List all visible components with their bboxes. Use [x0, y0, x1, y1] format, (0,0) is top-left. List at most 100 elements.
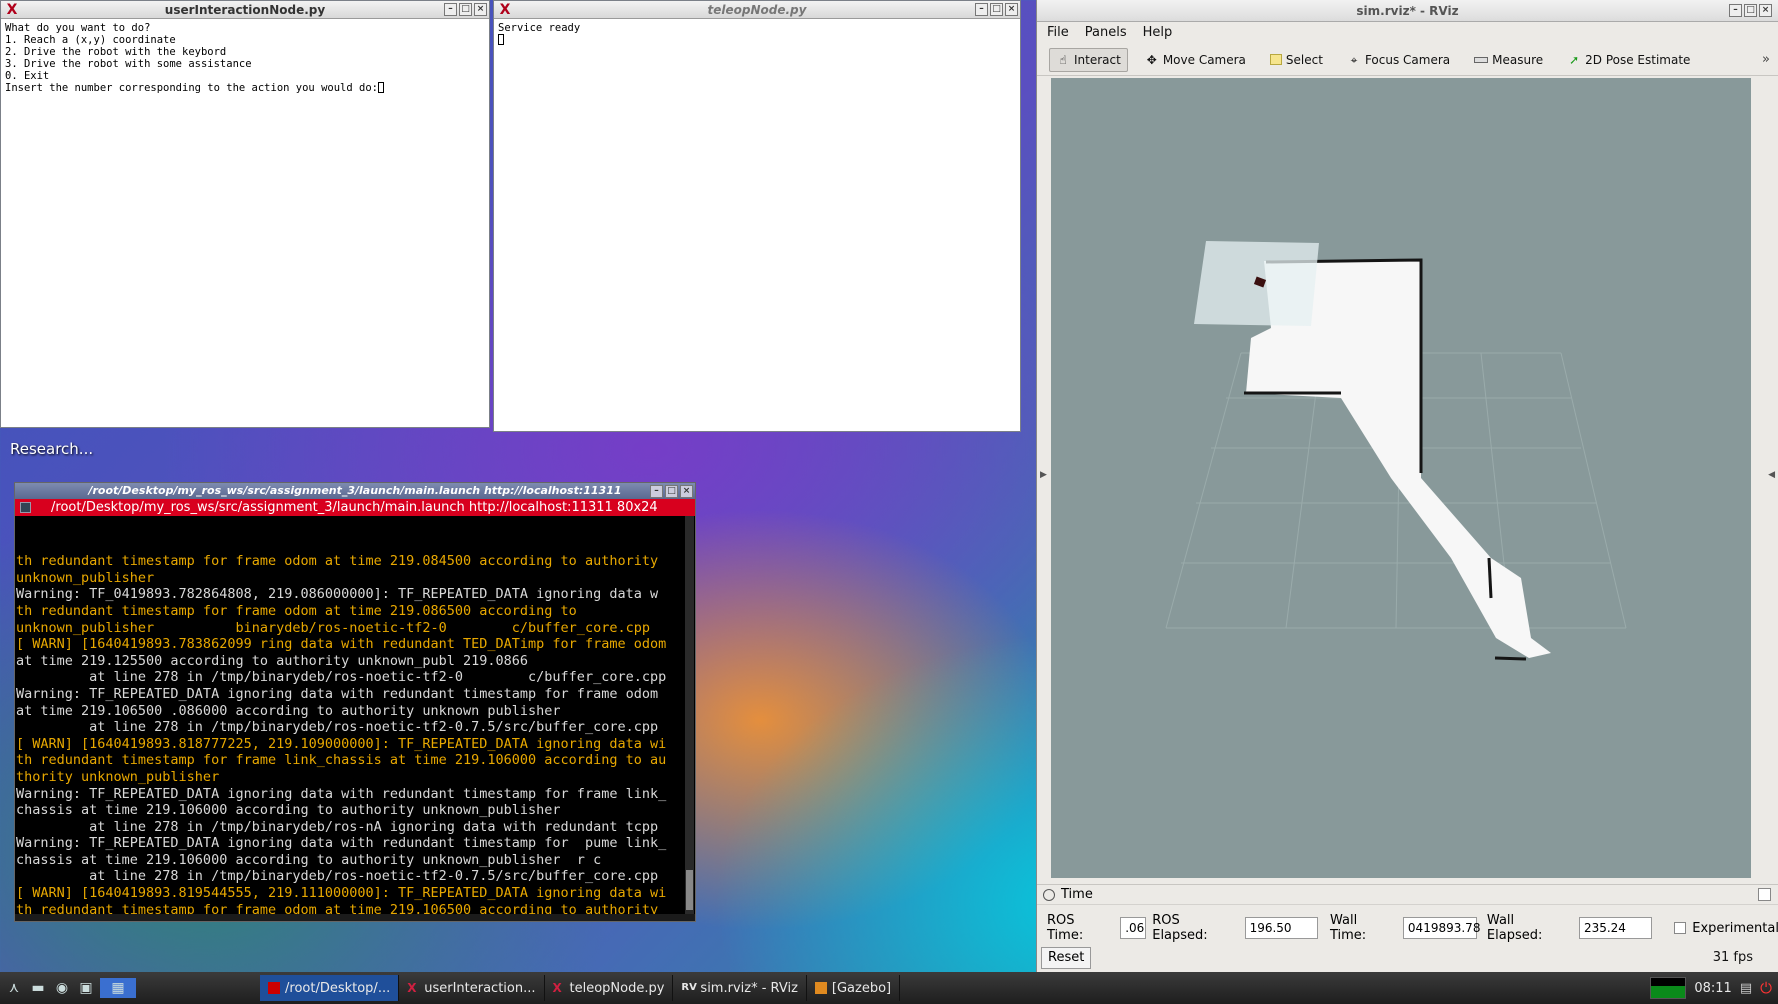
terminal-line: [ WARN] [1640419893.819544555, 219.11100…	[16, 885, 667, 902]
terminal-line: Warning: TF_0419893.782864808, 219.08600…	[16, 586, 659, 603]
task-label: sim.rviz* - RViz	[700, 980, 798, 996]
move-icon: ✥	[1146, 52, 1157, 67]
right-panel-collapse-icon[interactable]: ◀	[1768, 470, 1775, 480]
maximize-button[interactable]: □	[459, 3, 472, 16]
tool-label: Move Camera	[1162, 52, 1246, 67]
output-line: 2. Drive the robot with the keybord	[5, 46, 227, 58]
terminal-icon	[268, 982, 280, 994]
tool-select[interactable]: Select	[1263, 48, 1330, 72]
maximize-button[interactable]: □	[665, 485, 678, 498]
ros-time-label: ROS Time:	[1047, 913, 1084, 943]
tool-2d-pose-estimate[interactable]: ➚ 2D Pose Estimate	[1560, 48, 1697, 72]
wall-time-field[interactable]: 0419893.78	[1402, 917, 1480, 939]
terminal-output[interactable]: th redundant timestamp for frame odom at…	[15, 516, 695, 914]
pose-arrow-icon: ➚	[1569, 52, 1580, 67]
terminal-line: chassis at time 219.106000 according to …	[16, 851, 602, 868]
gazebo-icon	[814, 982, 827, 994]
minimize-button[interactable]: –	[444, 3, 457, 16]
tool-label: 2D Pose Estimate	[1585, 52, 1691, 67]
rviz-3d-viewport[interactable]	[1051, 78, 1751, 878]
output-line: What do you want to do?	[5, 22, 151, 34]
window-title: sim.rviz* - RViz	[1356, 4, 1459, 18]
minimize-button[interactable]: –	[1729, 4, 1742, 17]
taskbar: ⋏ ▬ ◉ ▣ ▦ /root/Desktop/... XuserInterac…	[0, 972, 1778, 1004]
tool-label: Interact	[1074, 52, 1121, 67]
terminal-titlebar[interactable]: /root/Desktop/my_ros_ws/src/assignment_3…	[15, 483, 695, 499]
terminal-line: at line 278 in /tmp/binarydeb/ros-nA ign…	[16, 818, 659, 835]
terminal-icon	[20, 502, 31, 513]
workspace-switcher-icon[interactable]: ▦	[100, 978, 136, 998]
menu-file[interactable]: File	[1047, 22, 1069, 44]
close-button[interactable]: ×	[1005, 3, 1018, 16]
power-icon[interactable]: ⏻	[1760, 979, 1772, 997]
terminal-window[interactable]: /root/Desktop/my_ros_ws/src/assignment_3…	[14, 482, 696, 922]
terminal-line: th redundant timestamp for frame odom at…	[16, 602, 577, 619]
tool-move-camera[interactable]: ✥ Move Camera	[1138, 48, 1253, 72]
task-gazebo[interactable]: [Gazebo]	[807, 975, 901, 1001]
cpu-monitor	[1650, 977, 1687, 999]
browser-launcher-icon[interactable]: ◉	[52, 978, 72, 998]
output-line: 3. Drive the robot with some assistance	[5, 58, 252, 70]
user-interaction-output[interactable]: What do you want to do? 1. Reach a (x,y) …	[1, 19, 489, 97]
terminal-scrollbar[interactable]	[685, 516, 694, 914]
task-teleop[interactable]: XteleopNode.py	[545, 975, 674, 1001]
teleop-output[interactable]: Service ready	[494, 19, 1020, 49]
tool-focus-camera[interactable]: ⌖ Focus Camera	[1340, 48, 1457, 72]
minimize-button[interactable]: –	[975, 3, 988, 16]
left-panel-collapse-icon[interactable]: ▶	[1040, 470, 1047, 480]
tool-interact[interactable]: ☝ Interact	[1049, 47, 1128, 72]
output-line: 0. Exit	[5, 70, 50, 82]
panel-float-button[interactable]	[1758, 888, 1771, 901]
experimental-checkbox[interactable]	[1674, 922, 1687, 934]
rviz-icon: RV	[681, 982, 697, 993]
wall-elapsed-field[interactable]: 235.24	[1578, 917, 1653, 939]
user-interaction-titlebar[interactable]: X userInteractionNode.py – □ ×	[1, 1, 489, 19]
terminal-line: [ WARN] [1640419893.783862099 ring data …	[16, 636, 667, 653]
terminal-line: [ WARN] [1640419893.818777225, 219.10900…	[16, 735, 667, 752]
ros-elapsed-field[interactable]: 196.50	[1244, 917, 1318, 939]
maximize-button[interactable]: □	[1744, 4, 1757, 17]
ros-time-field[interactable]: .06	[1120, 917, 1147, 939]
time-panel-header: Time	[1037, 885, 1778, 905]
files-launcher-icon[interactable]: ▣	[76, 978, 96, 998]
terminal-launcher-icon[interactable]: ▬	[28, 978, 48, 998]
user-interaction-window[interactable]: X userInteractionNode.py – □ × What do y…	[0, 0, 490, 428]
wall-time-label: Wall Time:	[1329, 913, 1367, 943]
maximize-button[interactable]: □	[990, 3, 1003, 16]
map-view[interactable]	[1051, 78, 1751, 878]
close-button[interactable]: ×	[1759, 4, 1772, 17]
close-button[interactable]: ×	[474, 3, 487, 16]
teleop-titlebar[interactable]: X teleopNode.py – □ ×	[494, 1, 1020, 19]
menu-panels[interactable]: Panels	[1085, 22, 1127, 44]
terminal-header-text: /root/Desktop/my_ros_ws/src/assignment_3…	[51, 500, 658, 515]
tool-measure[interactable]: Measure	[1467, 48, 1550, 72]
desktop-icon-label[interactable]: Research...	[10, 440, 93, 458]
reset-button[interactable]: Reset	[1041, 947, 1092, 969]
start-menu-icon[interactable]: ⋏	[4, 978, 24, 998]
terminal-line: at line 278 in /tmp/binarydeb/ros-noetic…	[16, 669, 667, 686]
terminal-line: thority unknown_publisher	[16, 768, 220, 785]
clock[interactable]: 08:11	[1694, 981, 1731, 996]
tool-label: Measure	[1492, 52, 1544, 67]
time-panel-fields: ROS Time: .06 ROS Elapsed: 196.50 Wall T…	[1037, 905, 1778, 943]
window-title: teleopNode.py	[707, 3, 807, 17]
rviz-window[interactable]: sim.rviz* - RViz – □ × File Panels Help …	[1036, 0, 1778, 972]
task-rviz[interactable]: RV sim.rviz* - RViz	[673, 975, 807, 1001]
close-button[interactable]: ×	[680, 485, 693, 498]
terminal-line: at line 278 in /tmp/binarydeb/ros-noetic…	[16, 719, 659, 736]
toolbar-overflow-button[interactable]: »	[1762, 52, 1770, 67]
terminal-line: th redundant timestamp for frame odom at…	[16, 553, 659, 570]
teleop-window[interactable]: X teleopNode.py – □ × Service ready	[493, 0, 1021, 432]
rviz-titlebar[interactable]: sim.rviz* - RViz – □ ×	[1037, 0, 1778, 22]
task-label: teleopNode.py	[569, 980, 665, 996]
experimental-label: Experimental	[1692, 920, 1778, 936]
terminal-line: Warning: TF_REPEATED_DATA ignoring data …	[16, 785, 667, 802]
terminal-header: /root/Desktop/my_ros_ws/src/assignment_3…	[15, 499, 695, 516]
task-terminal[interactable]: /root/Desktop/...	[260, 975, 400, 1001]
fps-readout: 31 fps	[1712, 950, 1753, 965]
minimize-button[interactable]: –	[650, 485, 663, 498]
network-icon[interactable]: ▤	[1740, 981, 1752, 996]
scrollbar-thumb[interactable]	[686, 870, 693, 910]
menu-help[interactable]: Help	[1143, 22, 1173, 44]
task-user-interaction[interactable]: XuserInteraction...	[399, 975, 545, 1001]
